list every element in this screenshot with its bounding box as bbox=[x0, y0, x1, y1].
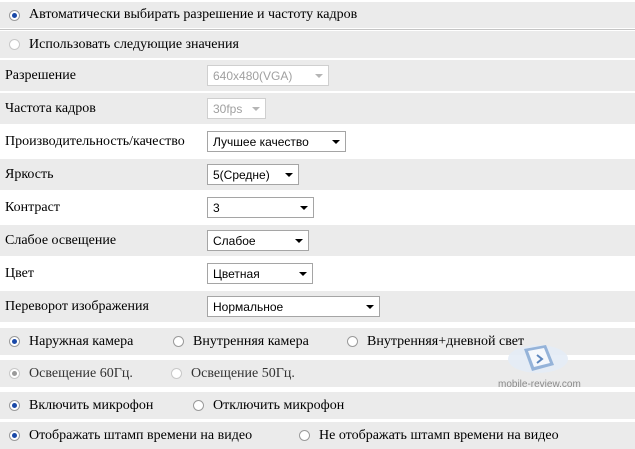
chevron-down-icon bbox=[366, 305, 374, 309]
hz50-radio[interactable] bbox=[171, 368, 182, 379]
low-light-value: Слабое bbox=[213, 233, 256, 248]
flip-label: Переворот изображения bbox=[5, 298, 149, 314]
auto-mode-label: Автоматически выбирать разрешение и част… bbox=[29, 7, 358, 22]
manual-mode-option[interactable]: Использовать следующие значения bbox=[9, 31, 239, 58]
performance-row: Производительность/качество Лучшее качес… bbox=[0, 126, 635, 157]
brightness-value: 5(Средне) bbox=[213, 167, 270, 182]
color-row: Цвет Цветная bbox=[0, 258, 635, 289]
indoor-radio[interactable] bbox=[173, 336, 184, 347]
indoor-option[interactable]: Внутренняя камера bbox=[173, 328, 309, 355]
performance-select[interactable]: Лучшее качество bbox=[207, 131, 346, 152]
outdoor-radio[interactable] bbox=[9, 336, 20, 347]
contrast-row: Контраст 3 bbox=[0, 192, 635, 223]
brightness-row: Яркость 5(Средне) bbox=[0, 159, 635, 190]
color-select[interactable]: Цветная bbox=[207, 263, 313, 284]
hz60-radio[interactable] bbox=[9, 368, 20, 379]
frame-rate-select[interactable]: 30fps bbox=[207, 98, 266, 119]
hz50-label: Освещение 50Гц. bbox=[191, 365, 295, 381]
timestamp-hide-option[interactable]: Не отображать штамп времени на видео bbox=[299, 422, 559, 449]
low-light-label: Слабое освещение bbox=[5, 232, 117, 248]
chevron-down-icon bbox=[300, 206, 308, 210]
brightness-select[interactable]: 5(Средне) bbox=[207, 164, 299, 185]
chevron-down-icon bbox=[315, 74, 323, 78]
phone-logo-icon bbox=[508, 345, 568, 373]
hz50-option[interactable]: Освещение 50Гц. bbox=[171, 360, 295, 387]
manual-mode-label: Использовать следующие значения bbox=[29, 36, 239, 52]
low-light-row: Слабое освещение Слабое bbox=[0, 225, 635, 256]
watermark: mobile-review.com bbox=[498, 335, 581, 397]
mic-on-option[interactable]: Включить микрофон bbox=[9, 392, 153, 419]
outdoor-option[interactable]: Наружная камера bbox=[9, 328, 133, 355]
color-label: Цвет bbox=[5, 265, 34, 281]
chevron-down-icon bbox=[299, 272, 307, 276]
flip-row: Переворот изображения Нормальное bbox=[0, 291, 635, 322]
indoor-daylight-radio[interactable] bbox=[347, 336, 358, 347]
resolution-row: Разрешение 640x480(VGA) bbox=[0, 60, 635, 91]
contrast-label: Контраст bbox=[5, 199, 60, 215]
mic-on-label: Включить микрофон bbox=[29, 397, 154, 413]
resolution-label: Разрешение bbox=[5, 67, 76, 83]
contrast-select[interactable]: 3 bbox=[207, 197, 314, 218]
color-value: Цветная bbox=[213, 266, 260, 281]
timestamp-hide-label: Не отображать штамп времени на видео bbox=[319, 427, 559, 443]
timestamp-show-radio[interactable] bbox=[9, 430, 20, 441]
outdoor-label: Наружная камера bbox=[29, 333, 134, 349]
mic-off-radio[interactable] bbox=[193, 400, 204, 411]
performance-label: Производительность/качество bbox=[5, 133, 185, 149]
watermark-text: mobile-review.com bbox=[498, 379, 581, 390]
manual-mode-row: Использовать следующие значения bbox=[0, 31, 635, 58]
indoor-label: Внутренняя камера bbox=[193, 333, 309, 349]
mic-on-radio[interactable] bbox=[9, 400, 20, 411]
chevron-down-icon bbox=[285, 173, 293, 177]
flip-value: Нормальное bbox=[213, 299, 284, 314]
chevron-down-icon bbox=[332, 140, 340, 144]
timestamp-show-label: Отображать штамп времени на видео bbox=[29, 427, 253, 443]
auto-mode-row: Автоматически выбирать разрешение и част… bbox=[0, 2, 635, 28]
resolution-value: 640x480(VGA) bbox=[213, 68, 293, 83]
manual-mode-radio[interactable] bbox=[9, 39, 20, 50]
timestamp-show-option[interactable]: Отображать штамп времени на видео bbox=[9, 422, 252, 449]
auto-mode-radio[interactable] bbox=[9, 9, 20, 21]
frame-rate-row: Частота кадров 30fps bbox=[0, 93, 635, 124]
auto-mode-option[interactable]: Автоматически выбирать разрешение и част… bbox=[9, 2, 357, 28]
resolution-select[interactable]: 640x480(VGA) bbox=[207, 65, 329, 86]
mic-off-label: Отключить микрофон bbox=[213, 397, 345, 413]
frame-rate-value: 30fps bbox=[213, 101, 243, 116]
low-light-select[interactable]: Слабое bbox=[207, 230, 309, 251]
brightness-label: Яркость bbox=[5, 166, 54, 182]
performance-value: Лучшее качество bbox=[213, 134, 309, 149]
chevron-down-icon bbox=[252, 107, 260, 111]
contrast-value: 3 bbox=[213, 200, 220, 215]
chevron-down-icon bbox=[295, 239, 303, 243]
mic-off-option[interactable]: Отключить микрофон bbox=[193, 392, 344, 419]
hz60-option[interactable]: Освещение 60Гц. bbox=[9, 360, 133, 387]
flip-select[interactable]: Нормальное bbox=[207, 296, 380, 317]
timestamp-row: Отображать штамп времени на видео Не ото… bbox=[0, 422, 635, 449]
frame-rate-label: Частота кадров bbox=[5, 100, 96, 116]
timestamp-hide-radio[interactable] bbox=[299, 430, 310, 441]
divider bbox=[0, 29, 635, 30]
hz60-label: Освещение 60Гц. bbox=[29, 365, 133, 381]
